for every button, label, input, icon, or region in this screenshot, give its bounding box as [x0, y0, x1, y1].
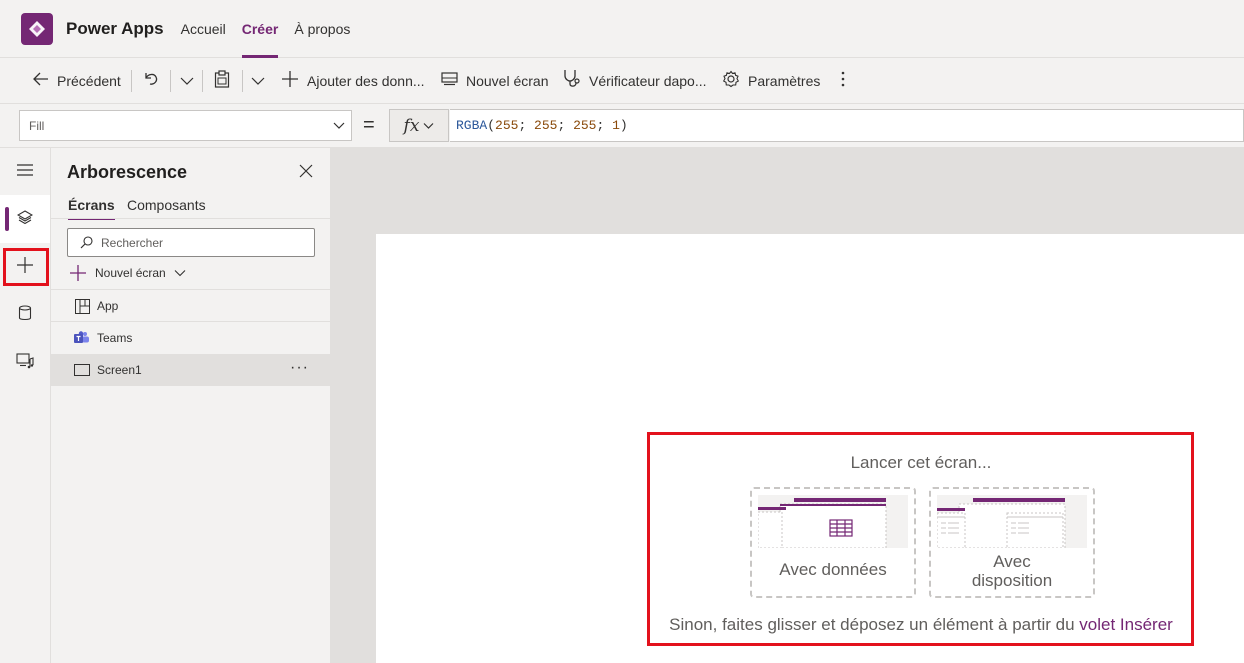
top-bar: Power Apps Accueil Créer À propos: [0, 0, 1244, 58]
formula-input[interactable]: RGBA(255; 255; 255; 1): [450, 109, 1244, 142]
new-screen-button[interactable]: Nouvel écran: [441, 58, 549, 104]
fx-label: fx: [403, 115, 420, 136]
nav-about[interactable]: À propos: [294, 0, 350, 58]
hamburger-icon: [17, 163, 33, 181]
command-bar: Précédent Ajouter des donn... Nouvel écr…: [0, 58, 1244, 104]
property-dropdown[interactable]: Fill: [19, 110, 352, 141]
new-screen-label: Nouvel écran: [466, 72, 549, 89]
nav-home[interactable]: Accueil: [181, 0, 226, 58]
paste-button[interactable]: [214, 58, 230, 104]
power-apps-logo-icon[interactable]: [21, 12, 53, 45]
formula-red: 255: [495, 118, 519, 133]
formula-paren-close: ): [619, 118, 628, 133]
chevron-down-icon: [174, 269, 186, 277]
tree-item-label: Teams: [97, 331, 133, 345]
tree-item-app[interactable]: App: [51, 290, 330, 322]
close-icon: [299, 164, 313, 182]
tree-view-panel: Arborescence Écrans Composants Recherche…: [51, 148, 331, 663]
database-icon: [18, 304, 32, 326]
add-data-label: Ajouter des donn...: [307, 72, 425, 89]
formula-alpha: 1: [612, 118, 620, 133]
undo-icon: [142, 70, 160, 91]
screen-icon: [74, 364, 90, 376]
nav-create[interactable]: Créer: [241, 0, 278, 58]
menu-button[interactable]: [0, 148, 50, 196]
fx-button[interactable]: fx: [389, 109, 449, 142]
formula-function: RGBA: [456, 118, 488, 133]
more-options-button[interactable]: ···: [290, 359, 309, 377]
close-button[interactable]: [299, 164, 313, 183]
undo-menu-button[interactable]: [180, 58, 194, 104]
formula-bar: Fill = fx RGBA(255; 255; 255; 1): [0, 104, 1244, 148]
tree-item-teams[interactable]: Teams: [51, 322, 330, 354]
chevron-down-icon: [180, 73, 194, 89]
undo-button[interactable]: [142, 58, 160, 104]
formula-sep: ;: [596, 118, 613, 133]
tree-item-screen1[interactable]: Screen1 ···: [51, 354, 330, 386]
insert-highlight-box: [3, 248, 49, 286]
new-screen-tree-label: Nouvel écran: [95, 266, 166, 280]
add-data-button[interactable]: Ajouter des donn...: [281, 58, 425, 104]
stethoscope-icon: [563, 69, 581, 92]
gear-icon: [722, 70, 740, 91]
chevron-down-icon: [333, 120, 345, 134]
chevron-down-icon: [251, 73, 265, 89]
tabs-divider: [51, 218, 330, 219]
plus-icon: [70, 265, 86, 281]
tab-screens[interactable]: Écrans: [68, 197, 115, 220]
back-button[interactable]: Précédent: [33, 58, 121, 104]
formula-blue: 255: [573, 118, 597, 133]
app-icon: [74, 298, 90, 314]
separator: [170, 70, 171, 92]
clipboard-icon: [214, 70, 230, 91]
back-label: Précédent: [57, 72, 121, 89]
equals-sign: =: [363, 114, 375, 136]
paste-menu-button[interactable]: [251, 58, 265, 104]
plus-icon: [281, 70, 299, 91]
settings-button[interactable]: Paramètres: [722, 58, 820, 104]
search-input[interactable]: Rechercher: [67, 228, 315, 257]
chevron-down-icon: [423, 122, 434, 130]
formula-paren-open: (: [487, 118, 496, 133]
app-checker-button[interactable]: Vérificateur dapo...: [563, 58, 707, 104]
more-commands-button[interactable]: [840, 58, 846, 104]
search-placeholder: Rechercher: [101, 235, 164, 250]
new-screen-icon: [441, 72, 458, 89]
data-button[interactable]: [0, 291, 50, 339]
start-screen-highlight-box: [647, 432, 1194, 646]
tab-components[interactable]: Composants: [127, 197, 206, 213]
more-vertical-icon: [840, 70, 846, 91]
tree-item-label: App: [97, 299, 119, 313]
new-screen-tree-button[interactable]: Nouvel écran: [70, 265, 186, 281]
formula-green: 255: [534, 118, 558, 133]
formula-sep: ;: [557, 118, 574, 133]
tree-view-title: Arborescence: [67, 162, 188, 182]
app-checker-label: Vérificateur dapo...: [589, 72, 707, 89]
media-button[interactable]: [0, 339, 50, 387]
layers-icon: [16, 209, 34, 230]
separator: [131, 70, 132, 92]
app-title: Power Apps: [66, 18, 164, 38]
separator: [242, 70, 243, 92]
teams-icon: [74, 331, 90, 345]
arrow-left-icon: [33, 72, 49, 89]
tree-item-label: Screen1: [97, 363, 142, 377]
tree-view-button[interactable]: [0, 195, 50, 243]
search-icon: [80, 236, 93, 249]
left-rail: [0, 148, 51, 663]
formula-sep: ;: [518, 118, 535, 133]
settings-label: Paramètres: [748, 72, 821, 89]
separator: [202, 70, 203, 92]
property-value: Fill: [29, 118, 45, 133]
media-icon: [16, 352, 34, 374]
